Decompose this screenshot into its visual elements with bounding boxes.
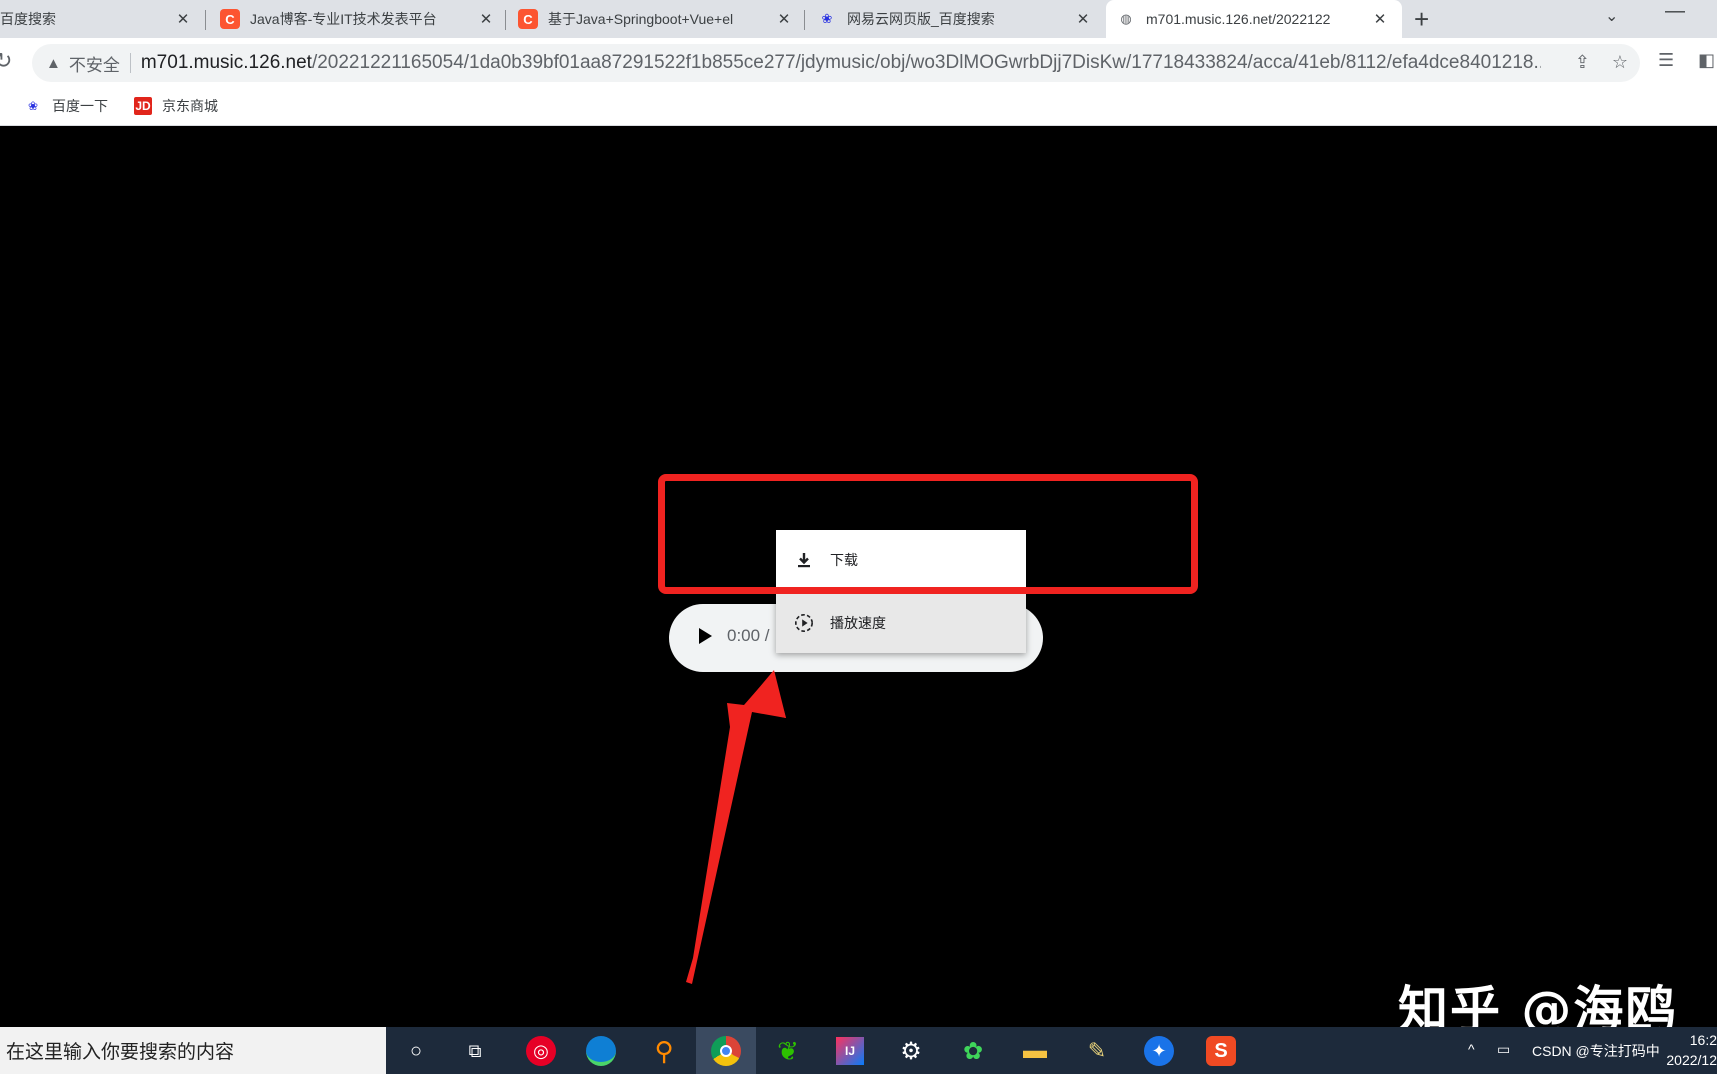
chevron-up-icon[interactable]: ^	[1468, 1041, 1475, 1057]
chrome-icon[interactable]	[696, 1027, 756, 1074]
accessibility-icon[interactable]: ✦	[1140, 1032, 1178, 1070]
clock-date: 2022/12	[1666, 1052, 1717, 1068]
sogou-input-icon[interactable]: S	[1202, 1032, 1240, 1070]
settings-gear-icon[interactable]: ⚙	[892, 1032, 930, 1070]
task-view-icon[interactable]: ⧉	[456, 1032, 494, 1070]
wechat-icon[interactable]: ❦	[769, 1032, 807, 1070]
arrow-shape	[686, 672, 786, 984]
clock-time: 16:2	[1689, 1032, 1717, 1048]
cortana-icon[interactable]: ○	[397, 1032, 435, 1070]
windows-taskbar: 在这里输入你要搜索的内容 ○ ⧉ ◎ ⚲ ❦ IJ ⚙ ✿ ▬ ✎ ✦ S ^ …	[0, 1027, 1717, 1074]
search-app-icon[interactable]: ⚲	[645, 1032, 683, 1070]
system-clock[interactable]: 16:2 2022/12	[1666, 1030, 1717, 1070]
paw-app-icon[interactable]: ✿	[954, 1032, 992, 1070]
battery-icon[interactable]: ▭	[1497, 1041, 1510, 1058]
taskbar-search-input[interactable]: 在这里输入你要搜索的内容	[0, 1027, 386, 1074]
intellij-icon[interactable]: IJ	[831, 1032, 869, 1070]
tray-watermark: CSDN @专注打码中	[1532, 1043, 1660, 1059]
edge-icon[interactable]	[582, 1032, 620, 1070]
annotation-arrow	[686, 670, 786, 984]
netease-music-icon[interactable]: ◎	[522, 1032, 560, 1070]
search-placeholder: 在这里输入你要搜索的内容	[6, 1042, 235, 1063]
file-explorer-icon[interactable]: ▬	[1016, 1032, 1054, 1070]
notepad-icon[interactable]: ✎	[1078, 1032, 1116, 1070]
